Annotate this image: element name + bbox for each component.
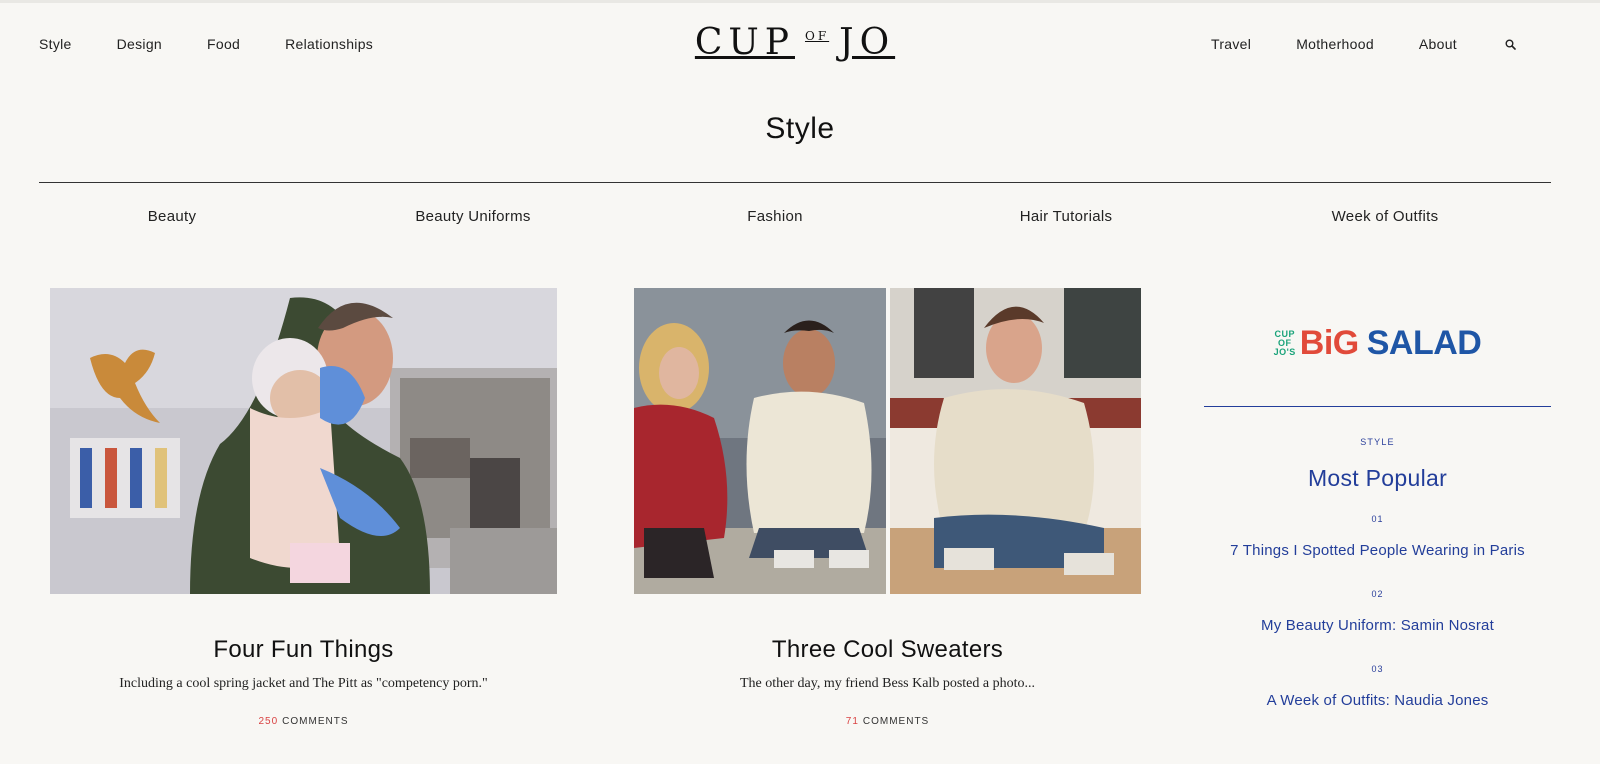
popular-item-link[interactable]: 7 Things I Spotted People Wearing in Par… — [1204, 542, 1551, 559]
article-dek: The other day, my friend Bess Kalb poste… — [740, 676, 1035, 691]
big-salad-line-jos: JO'S — [1273, 346, 1296, 357]
nav-link-design[interactable]: Design — [117, 36, 162, 52]
popular-item: 01 7 Things I Spotted People Wearing in … — [1204, 514, 1551, 559]
site-logo[interactable]: CUP OF JO — [665, 20, 925, 64]
big-salad-big: BiG — [1299, 323, 1359, 362]
article-title[interactable]: Three Cool Sweaters — [634, 636, 1141, 664]
subnav-fashion[interactable]: Fashion — [747, 208, 802, 225]
sidebar: CUP OF JO'S BiG SALAD STYLE Most Popular… — [1204, 288, 1551, 709]
big-salad-small-text: CUP OF JO'S — [1273, 329, 1296, 357]
most-popular-heading: Most Popular — [1307, 465, 1448, 491]
nav-link-relationships[interactable]: Relationships — [285, 36, 373, 52]
popular-item-number: 03 — [1371, 664, 1384, 674]
sidebar-kicker: STYLE — [1360, 437, 1395, 447]
logo-of: OF — [804, 29, 830, 43]
site-header: Style Design Food Relationships CUP OF J… — [0, 0, 1600, 90]
comment-label: COMMENTS — [282, 716, 349, 727]
page-title: Style — [765, 112, 835, 145]
popular-item-number: 02 — [1371, 589, 1384, 599]
popular-item-link[interactable]: A Week of Outfits: Naudia Jones — [1204, 692, 1551, 709]
nav-link-motherhood[interactable]: Motherhood — [1296, 36, 1374, 52]
search-icon[interactable] — [1502, 36, 1518, 52]
nav-link-travel[interactable]: Travel — [1211, 36, 1251, 52]
article-image-doctor-baby[interactable] — [50, 288, 557, 594]
popular-item: 02 My Beauty Uniform: Samin Nosrat — [1204, 589, 1551, 634]
photo-doctor-holding-baby — [50, 288, 557, 594]
nav-link-food[interactable]: Food — [207, 36, 240, 52]
sidebar-divider — [1204, 406, 1551, 407]
comment-count: 71 — [845, 716, 859, 727]
comment-count: 250 — [258, 716, 279, 727]
comments-link[interactable]: 71 COMMENTS — [634, 716, 1141, 727]
comments-link[interactable]: 250 COMMENTS — [50, 716, 557, 727]
subcategory-nav: Beauty Beauty Uniforms Fashion Hair Tuto… — [0, 208, 1600, 232]
big-salad-logo[interactable]: CUP OF JO'S BiG SALAD — [1204, 288, 1551, 398]
article-card: Four Fun Things Including a cool spring … — [50, 288, 557, 727]
article-image-sweaters[interactable] — [634, 288, 1141, 594]
primary-nav-left: Style Design Food Relationships — [39, 36, 418, 52]
article-dek: Including a cool spring jacket and The P… — [119, 676, 488, 691]
title-divider — [39, 182, 1551, 183]
subnav-week-of-outfits[interactable]: Week of Outfits — [1332, 208, 1439, 225]
subnav-hair-tutorials[interactable]: Hair Tutorials — [1020, 208, 1113, 225]
comment-label: COMMENTS — [862, 716, 930, 727]
logo-jo: JO — [839, 21, 896, 63]
popular-item-link[interactable]: My Beauty Uniform: Samin Nosrat — [1204, 617, 1551, 634]
nav-link-style[interactable]: Style — [39, 36, 72, 52]
subnav-beauty[interactable]: Beauty — [148, 208, 197, 225]
subnav-beauty-uniforms[interactable]: Beauty Uniforms — [415, 208, 530, 225]
primary-nav-right: Travel Motherhood About — [1166, 36, 1518, 52]
popular-item: 03 A Week of Outfits: Naudia Jones — [1204, 664, 1551, 709]
article-card: Three Cool Sweaters The other day, my fr… — [634, 288, 1141, 727]
logo-cup: CUP — [694, 21, 795, 63]
photo-sweaters-diptych — [634, 288, 1141, 594]
big-salad-salad: SALAD — [1366, 323, 1482, 362]
search-icon-glyph — [1505, 39, 1516, 50]
article-title[interactable]: Four Fun Things — [50, 636, 557, 664]
popular-item-number: 01 — [1371, 514, 1384, 524]
nav-link-about[interactable]: About — [1419, 36, 1457, 52]
